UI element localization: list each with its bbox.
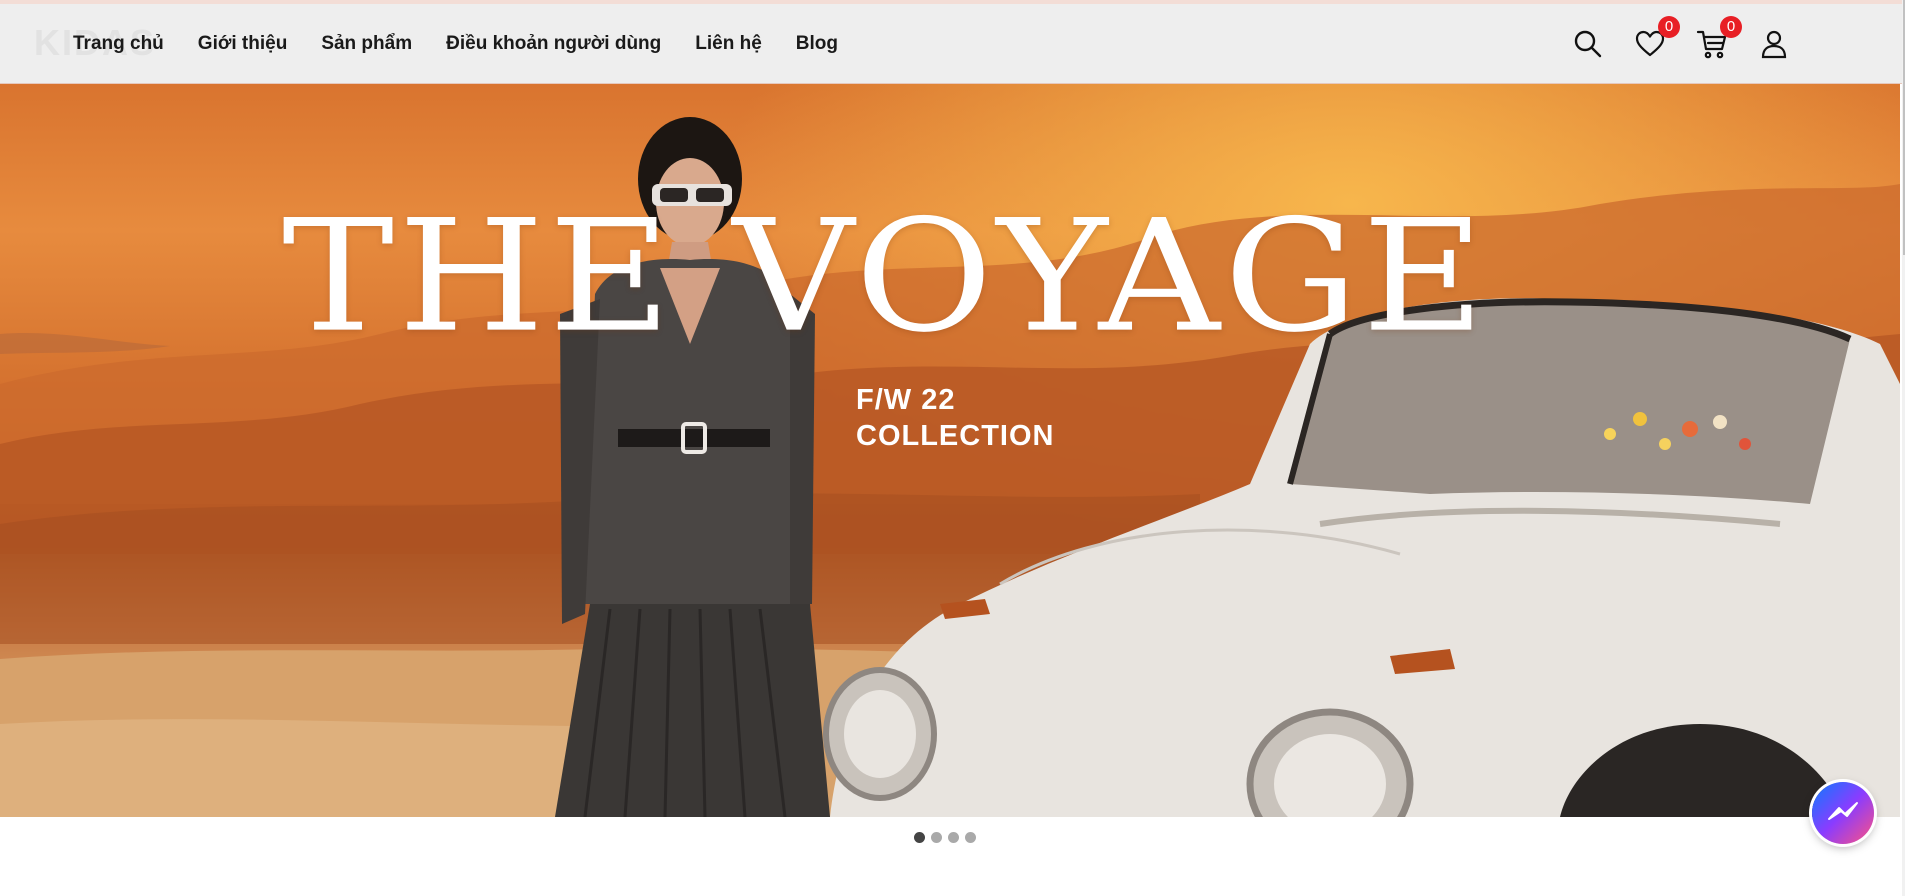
nav-link-about[interactable]: Giới thiệu	[198, 33, 288, 55]
navbar: KIDAS Trang chủ Giới thiệu Sản phẩm Điều…	[0, 4, 1902, 84]
hero-subtitle: F/W 22 COLLECTION	[856, 382, 1055, 454]
search-icon	[1574, 30, 1602, 58]
search-button[interactable]	[1572, 28, 1604, 60]
cart-count-badge: 0	[1720, 16, 1742, 38]
hero-banner[interactable]: THE VOYAGE F/W 22 COLLECTION	[0, 84, 1900, 817]
messenger-icon	[1828, 802, 1858, 820]
account-button[interactable]	[1758, 28, 1790, 60]
nav-link-products[interactable]: Sản phẩm	[321, 33, 412, 55]
wishlist-button[interactable]: 0	[1634, 16, 1680, 60]
cart-button[interactable]: 0	[1696, 16, 1742, 60]
nav-link-contact[interactable]: Liên hệ	[695, 33, 762, 55]
nav-actions: 0 0	[1572, 4, 1790, 84]
carousel-dot-2[interactable]	[931, 832, 942, 843]
carousel-dot-4[interactable]	[965, 832, 976, 843]
hero-title: THE VOYAGE	[282, 186, 1489, 367]
carousel-dots	[914, 832, 976, 843]
wishlist-count-badge: 0	[1658, 16, 1680, 38]
carousel-dot-1[interactable]	[914, 832, 925, 843]
nav-link-terms[interactable]: Điều khoản người dùng	[446, 33, 661, 55]
messenger-chat-button[interactable]	[1812, 782, 1874, 844]
carousel-dot-3[interactable]	[948, 832, 959, 843]
user-icon	[1761, 30, 1787, 59]
nav-link-blog[interactable]: Blog	[796, 33, 838, 55]
main-nav: Trang chủ Giới thiệu Sản phẩm Điều khoản…	[73, 4, 838, 84]
hero-subtitle-line1: F/W 22	[856, 384, 956, 416]
hero-subtitle-line2: COLLECTION	[856, 420, 1055, 452]
nav-link-home[interactable]: Trang chủ	[73, 33, 164, 55]
